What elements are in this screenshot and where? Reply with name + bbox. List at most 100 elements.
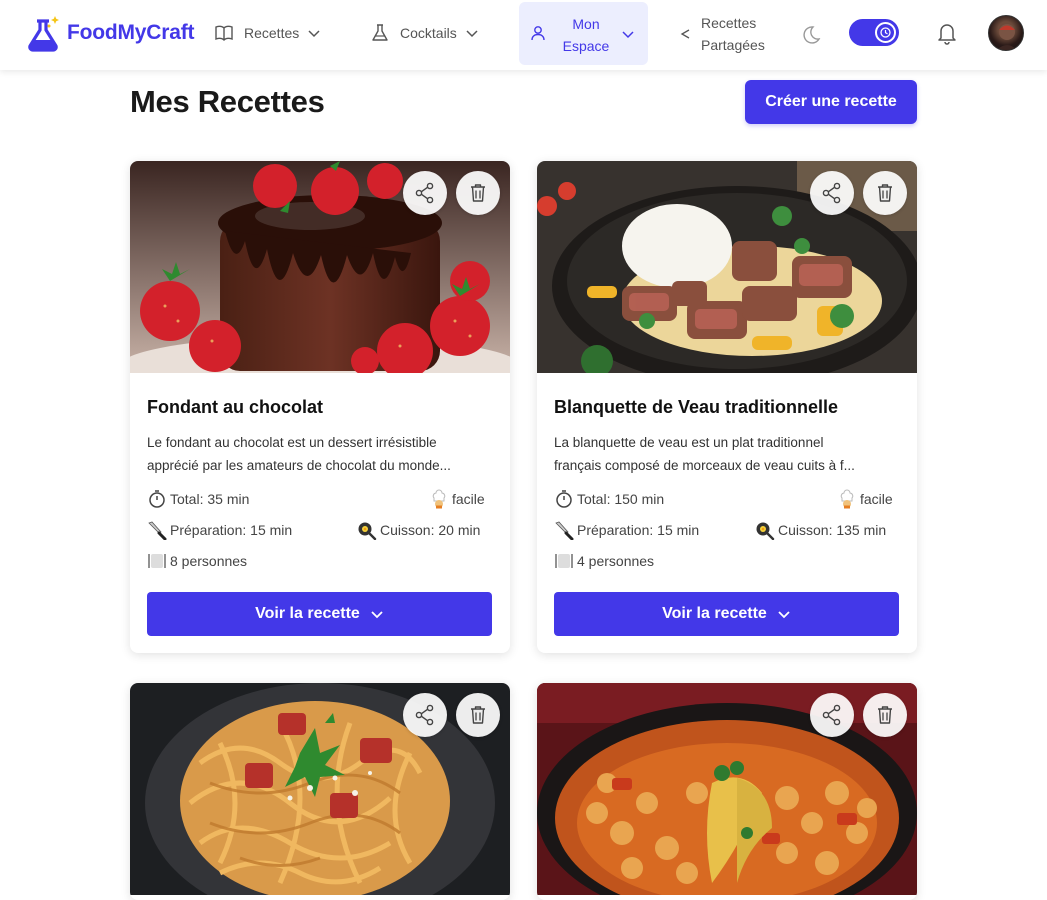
- nav-mon-espace-line1: Mon: [572, 16, 600, 32]
- recipe-title: Fondant au chocolat: [147, 397, 324, 417]
- nav-cocktails-label: Cocktails: [400, 25, 457, 41]
- trash-icon: [878, 706, 892, 724]
- nav-mon-espace-line2: Espace: [562, 38, 610, 54]
- recipe-title: Blanquette de Veau traditionnelle: [554, 397, 839, 417]
- share-icon: [822, 704, 841, 726]
- share-icon: [415, 704, 434, 726]
- cutlery-icon: [148, 554, 166, 568]
- total-time-label: Total: 35 min: [170, 491, 250, 507]
- cutlery-icon: [555, 554, 573, 568]
- chocolate-fondant-photo: [130, 161, 510, 373]
- recipe-card: [537, 683, 917, 900]
- cook-time-label: Cuisson: 20 min: [380, 522, 481, 538]
- servings: 8 personnes: [147, 551, 247, 571]
- prep-time-label: Préparation: 15 min: [170, 522, 293, 538]
- share-button[interactable]: [403, 171, 447, 215]
- nav-recettes-label: Recettes: [244, 25, 300, 41]
- recipe-image[interactable]: [537, 161, 917, 373]
- book-icon: [215, 25, 233, 41]
- difficulty: facile: [837, 489, 893, 509]
- difficulty-label: facile: [452, 491, 485, 507]
- avatar[interactable]: [988, 15, 1024, 51]
- recipe-image[interactable]: [537, 683, 917, 895]
- avatar-image: [996, 24, 1018, 50]
- share-icon: [822, 182, 841, 204]
- flask-logo-icon: [28, 16, 59, 52]
- nav-mon-espace-label: Mon Espace: [561, 13, 611, 57]
- blanquette-photo: [537, 161, 917, 373]
- delete-button[interactable]: [456, 171, 500, 215]
- total-time: Total: 35 min: [147, 489, 249, 509]
- recipe-description: Le fondant au chocolat est un dessert ir…: [147, 431, 497, 477]
- nav-recettes-partagees[interactable]: Recettes Partagées: [678, 12, 765, 56]
- share-small-icon: [680, 29, 690, 39]
- cook-time: Cuisson: 135 min: [755, 520, 886, 540]
- share-icon: [415, 182, 434, 204]
- recipe-image[interactable]: [130, 161, 510, 373]
- create-recipe-button[interactable]: Créer une recette: [745, 80, 917, 124]
- recipe-card-body: Blanquette de Veau traditionnelle La bla…: [537, 373, 917, 653]
- delete-button[interactable]: [863, 693, 907, 737]
- theme-toggle[interactable]: [849, 19, 899, 46]
- trash-icon: [471, 184, 485, 202]
- recipe-card: [130, 683, 510, 900]
- bell-icon[interactable]: [934, 20, 960, 46]
- prep-time-label: Préparation: 15 min: [577, 522, 700, 538]
- recipe-description-line1: La blanquette de veau est un plat tradit…: [554, 435, 824, 450]
- share-button[interactable]: [810, 693, 854, 737]
- servings: 4 personnes: [554, 551, 654, 571]
- delete-button[interactable]: [456, 693, 500, 737]
- moon-icon[interactable]: [798, 23, 822, 47]
- view-recipe-button[interactable]: Voir la recette: [554, 592, 899, 636]
- share-button[interactable]: [810, 171, 854, 215]
- recipe-description-line1: Le fondant au chocolat est un dessert ir…: [147, 435, 437, 450]
- brand-name: FoodMyCraft: [67, 21, 195, 44]
- nav-recettes[interactable]: Recettes: [214, 23, 321, 43]
- trash-icon: [878, 184, 892, 202]
- clock-icon: [880, 27, 891, 38]
- view-recipe-label: Voir la recette: [255, 605, 360, 622]
- servings-label: 8 personnes: [170, 553, 248, 569]
- difficulty-label: facile: [860, 491, 893, 507]
- knife-icon: [555, 521, 574, 540]
- nav-recettes-partagees-label: Recettes Partagées: [701, 12, 765, 56]
- frying-pan-icon: [756, 522, 775, 540]
- spaghetti-photo: [130, 683, 510, 895]
- view-recipe-button[interactable]: Voir la recette: [147, 592, 492, 636]
- knife-icon: [148, 521, 167, 540]
- stopwatch-icon: [556, 490, 572, 508]
- trash-icon: [471, 706, 485, 724]
- nav-mon-espace[interactable]: Mon Espace: [519, 2, 648, 65]
- servings-label: 4 personnes: [577, 553, 655, 569]
- recipe-image[interactable]: [130, 683, 510, 895]
- delete-button[interactable]: [863, 171, 907, 215]
- recipe-card: Fondant au chocolat Le fondant au chocol…: [130, 161, 510, 653]
- frying-pan-icon: [358, 522, 377, 540]
- chevron-down-icon: [308, 30, 320, 38]
- chevron-down-icon: [778, 611, 790, 619]
- chevron-down-icon: [466, 30, 478, 38]
- share-button[interactable]: [403, 693, 447, 737]
- view-recipe-label: Voir la recette: [662, 605, 767, 622]
- chevron-down-icon: [622, 31, 634, 39]
- cook-time: Cuisson: 20 min: [357, 520, 480, 540]
- top-navbar: FoodMyCraft Recettes Cocktails Mon Espac…: [0, 0, 1047, 70]
- recipe-description-line2: français composé de morceaux de veau cui…: [554, 458, 855, 473]
- nav-cocktails[interactable]: Cocktails: [370, 23, 479, 43]
- stopwatch-icon: [149, 490, 165, 508]
- recipe-card: Blanquette de Veau traditionnelle La bla…: [537, 161, 917, 653]
- prep-time: Préparation: 15 min: [554, 520, 699, 540]
- flask-icon: [372, 24, 388, 41]
- total-time: Total: 150 min: [554, 489, 664, 509]
- recipe-description-line2: apprécié par les amateurs de chocolat du…: [147, 458, 451, 473]
- brand-logo-link[interactable]: FoodMyCraft: [24, 13, 194, 53]
- page-title: Mes Recettes: [130, 84, 325, 119]
- nav-shared-line1: Recettes: [701, 15, 757, 31]
- cook-time-label: Cuisson: 135 min: [778, 522, 887, 538]
- chef-icon: [432, 489, 446, 509]
- difficulty: facile: [429, 489, 485, 509]
- total-time-label: Total: 150 min: [577, 491, 665, 507]
- user-icon: [531, 26, 545, 41]
- nav-shared-line2: Partagées: [701, 37, 765, 53]
- chef-icon: [840, 489, 854, 509]
